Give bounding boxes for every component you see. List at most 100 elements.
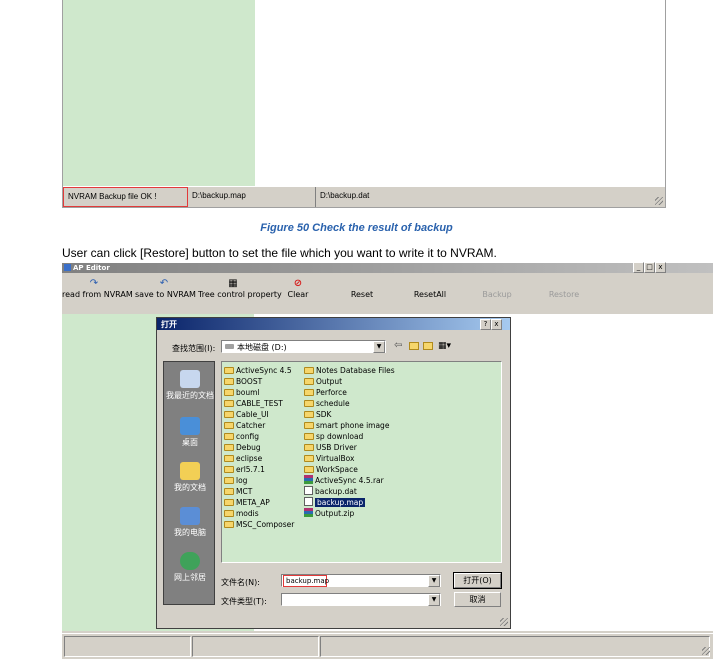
filename-dropdown-arrow-icon[interactable]: ▼	[428, 575, 440, 587]
folder-icon	[224, 433, 234, 440]
folder-item[interactable]: SDK	[304, 409, 331, 420]
my-computer-icon	[180, 507, 200, 525]
top-screenshot: NVRAM Backup file OK ! D:\backup.map D:\…	[62, 0, 666, 208]
read-from-nvram-button[interactable]: ↷ read from NVRAM	[62, 278, 133, 299]
status-cell-3	[320, 636, 710, 657]
folder-item[interactable]: Perforce	[304, 387, 347, 398]
folder-icon	[304, 378, 314, 385]
up-folder-icon[interactable]	[409, 342, 419, 350]
folder-item[interactable]: META_AP	[224, 497, 270, 508]
folder-icon	[304, 411, 314, 418]
folder-item[interactable]: bouml	[224, 387, 260, 398]
new-folder-icon[interactable]	[423, 342, 433, 350]
folder-icon	[224, 488, 234, 495]
folder-icon	[304, 466, 314, 473]
filetype-label: 文件类型(T):	[221, 597, 267, 606]
rar-archive-icon	[304, 475, 313, 484]
place-network[interactable]: 网上邻居	[164, 552, 216, 583]
place-desktop[interactable]: 桌面	[164, 417, 216, 448]
place-my-documents[interactable]: 我的文档	[164, 462, 216, 493]
folder-item[interactable]: Cable_UI	[224, 409, 269, 420]
filename-label: 文件名(N):	[221, 578, 260, 587]
folder-icon	[304, 422, 314, 429]
open-button[interactable]: 打开(O)	[453, 572, 502, 589]
minimize-button[interactable]: _	[633, 262, 644, 273]
cancel-button[interactable]: 取消	[454, 592, 501, 607]
map-file-icon	[304, 497, 313, 506]
dialog-title-bar: 打开 ? x	[157, 318, 510, 330]
tree-control-property-label: Tree control property	[198, 290, 282, 299]
window-resize-grip-icon[interactable]	[702, 647, 710, 655]
dialog-close-button[interactable]: x	[491, 319, 502, 330]
folder-item[interactable]: log	[224, 475, 247, 486]
filetype-dropdown-arrow-icon[interactable]: ▼	[428, 594, 440, 606]
file-list[interactable]: ActiveSync 4.5 BOOST bouml CABLE_TEST Ca…	[221, 361, 502, 563]
help-button[interactable]: ?	[480, 319, 491, 330]
maximize-button[interactable]: □	[644, 262, 655, 273]
place-recent[interactable]: 我最近的文档	[164, 370, 216, 401]
folder-icon	[224, 411, 234, 418]
folder-item[interactable]: schedule	[304, 398, 350, 409]
property-icon: ▦	[228, 278, 238, 289]
file-item-selected[interactable]: backup.map	[304, 497, 366, 508]
reset-label: Reset	[350, 290, 374, 299]
tree-panel	[63, 0, 255, 186]
app-icon	[64, 264, 71, 271]
save-to-nvram-button[interactable]: ↶ save to NVRAM	[135, 278, 196, 299]
place-desktop-label: 桌面	[182, 438, 198, 447]
folder-item[interactable]: USB Driver	[304, 442, 357, 453]
folder-icon	[224, 444, 234, 451]
filetype-select[interactable]: ▼	[281, 593, 441, 606]
folder-item[interactable]: config	[224, 431, 259, 442]
folder-item[interactable]: smart phone image	[304, 420, 389, 431]
folder-item[interactable]: ActiveSync 4.5	[224, 365, 292, 376]
reset-button[interactable]: Reset	[344, 290, 380, 299]
restore-label: Restore	[548, 290, 580, 299]
folder-item[interactable]: erl5.7.1	[224, 464, 265, 475]
archive-item[interactable]: Output.zip	[304, 508, 354, 519]
status-cell-1: NVRAM Backup file OK !	[63, 187, 188, 207]
file-item[interactable]: backup.dat	[304, 486, 357, 497]
resetall-button[interactable]: ResetAll	[410, 290, 450, 299]
clear-icon: ⊘	[293, 278, 303, 289]
dialog-title: 打开	[161, 320, 177, 329]
dialog-resize-grip-icon[interactable]	[500, 618, 508, 626]
view-menu-icon[interactable]: ▦▾	[438, 341, 451, 351]
dropdown-arrow-icon[interactable]: ▼	[373, 341, 385, 353]
archive-item[interactable]: ActiveSync 4.5.rar	[304, 475, 384, 486]
folder-item[interactable]: WorkSpace	[304, 464, 358, 475]
folder-item[interactable]: CABLE_TEST	[224, 398, 283, 409]
look-in-select[interactable]: 本地磁盘 (D:) ▼	[221, 340, 386, 353]
folder-icon	[224, 367, 234, 374]
backup-button[interactable]: Backup	[479, 290, 515, 299]
folder-item[interactable]: Debug	[224, 442, 261, 453]
desktop-icon	[180, 417, 200, 435]
folder-item[interactable]: Catcher	[224, 420, 265, 431]
folder-item[interactable]: MSC_Composer	[224, 519, 294, 530]
content-panel	[255, 0, 665, 186]
clear-button[interactable]: ⊘ Clear	[280, 278, 316, 299]
folder-icon	[224, 378, 234, 385]
folder-icon	[224, 477, 234, 484]
restore-button[interactable]: Restore	[544, 290, 584, 299]
figure-caption: Figure 50 Check the result of backup	[260, 222, 453, 234]
tree-control-property-button[interactable]: ▦ Tree control property	[198, 278, 282, 299]
close-button[interactable]: x	[655, 262, 666, 273]
folder-icon	[304, 433, 314, 440]
folder-item[interactable]: Output	[304, 376, 342, 387]
filename-input[interactable]: backup.map ▼	[281, 574, 441, 587]
resize-grip-icon[interactable]	[655, 197, 663, 205]
folder-item[interactable]: MCT	[224, 486, 252, 497]
folder-item[interactable]: VirtualBox	[304, 453, 354, 464]
folder-icon	[224, 422, 234, 429]
place-my-computer[interactable]: 我的电脑	[164, 507, 216, 538]
folder-item[interactable]: eclipse	[224, 453, 262, 464]
folder-item[interactable]: Notes Database Files	[304, 365, 395, 376]
folder-item[interactable]: sp download	[304, 431, 363, 442]
back-icon[interactable]: ⇦	[394, 340, 402, 351]
folder-item[interactable]: modis	[224, 508, 259, 519]
toolbar: ↷ read from NVRAM ↶ save to NVRAM ▦ Tree…	[62, 274, 713, 312]
data-file-icon	[304, 486, 313, 495]
folder-item[interactable]: BOOST	[224, 376, 262, 387]
save-to-nvram-label: save to NVRAM	[135, 290, 196, 299]
